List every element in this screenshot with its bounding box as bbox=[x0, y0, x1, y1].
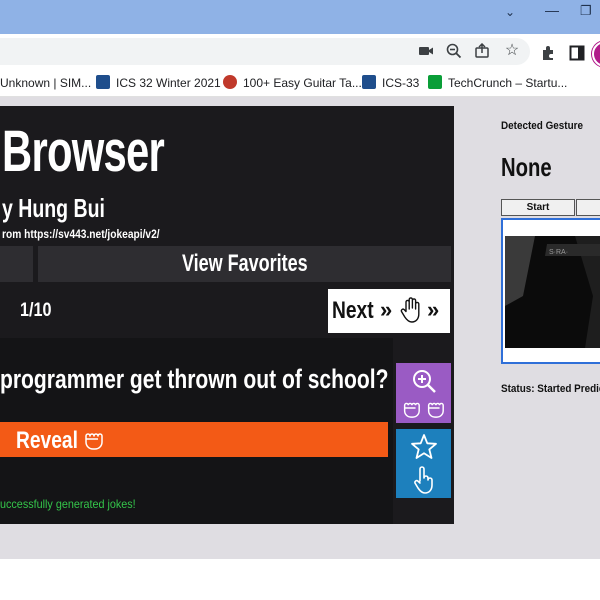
maximize-icon[interactable]: ❐ bbox=[580, 3, 592, 19]
status-message: uccessfully generated jokes! bbox=[0, 497, 136, 511]
start-button[interactable]: Start bbox=[501, 199, 575, 216]
page-footer-area bbox=[0, 559, 600, 600]
zoom-icon[interactable] bbox=[446, 43, 462, 59]
zoom-joke-button[interactable] bbox=[396, 363, 451, 423]
share-icon[interactable] bbox=[474, 43, 490, 59]
app-author: y Hung Bui bbox=[2, 193, 105, 223]
joke-setup-text: programmer get thrown out of school? bbox=[0, 364, 389, 394]
bookmark-item[interactable]: 100+ Easy Guitar Ta... bbox=[223, 74, 362, 92]
prediction-status: Status: Started Predic bbox=[501, 383, 600, 395]
uci-ics-icon bbox=[362, 75, 376, 89]
open-hand-icon bbox=[400, 297, 420, 323]
joke-counter: 1/10 bbox=[20, 300, 52, 321]
stop-button[interactable] bbox=[576, 199, 600, 216]
guitar-site-icon bbox=[223, 75, 237, 89]
tab-jokes[interactable] bbox=[0, 246, 33, 282]
fist-icon bbox=[403, 402, 420, 418]
detected-gesture-label: Detected Gesture bbox=[501, 120, 583, 132]
extensions-icon[interactable] bbox=[540, 45, 556, 61]
view-favorites-button[interactable]: View Favorites bbox=[38, 246, 451, 282]
techcrunch-icon bbox=[428, 75, 442, 89]
next-label: Next bbox=[332, 297, 374, 324]
camera-icon[interactable] bbox=[418, 44, 434, 58]
next-button[interactable]: Next » » bbox=[328, 289, 450, 333]
fist-icon bbox=[427, 402, 444, 418]
star-icon bbox=[411, 434, 437, 459]
double-chevron-right-icon: » bbox=[427, 297, 440, 322]
webcam-preview: S·RA· bbox=[501, 218, 600, 364]
double-chevron-right-icon: » bbox=[380, 297, 393, 322]
minimize-icon[interactable]: — bbox=[545, 2, 559, 18]
bookmark-item[interactable]: ICS 32 Winter 2021 bbox=[96, 74, 221, 92]
bookmark-item[interactable]: TechCrunch – Startu... bbox=[428, 74, 567, 92]
app-title: Browser bbox=[2, 119, 165, 184]
pointing-hand-icon bbox=[414, 466, 433, 494]
zoom-in-icon bbox=[413, 370, 436, 393]
api-source: rom https://sv443.net/jokeapi/v2/ bbox=[2, 227, 160, 241]
view-favorites-label: View Favorites bbox=[181, 250, 308, 277]
browser-titlebar: ⌄ — ❐ bbox=[0, 0, 600, 34]
bookmark-item[interactable]: ICS-33 bbox=[362, 74, 419, 92]
webcam-feed: S·RA· bbox=[505, 236, 600, 348]
uci-ics-icon bbox=[96, 75, 110, 89]
reveal-button[interactable]: Reveal bbox=[0, 422, 388, 457]
favorite-joke-button[interactable] bbox=[396, 429, 451, 498]
svg-text:S·RA·: S·RA· bbox=[549, 249, 568, 256]
tab-search-icon[interactable]: ⌄ bbox=[505, 5, 515, 19]
detected-gesture-value: None bbox=[501, 152, 552, 182]
bookmark-star-icon[interactable]: ☆ bbox=[502, 41, 522, 61]
side-panel-icon[interactable] bbox=[569, 45, 585, 61]
webcam-frame-image: S·RA· bbox=[505, 236, 600, 348]
fist-icon bbox=[85, 433, 103, 450]
bookmark-item[interactable]: Unknown | SIM... bbox=[0, 74, 91, 92]
address-bar[interactable]: ☆ bbox=[0, 38, 530, 65]
reveal-label: Reveal bbox=[16, 427, 78, 454]
bookmarks-bar: Unknown | SIM... ICS 32 Winter 2021 100+… bbox=[0, 69, 600, 97]
